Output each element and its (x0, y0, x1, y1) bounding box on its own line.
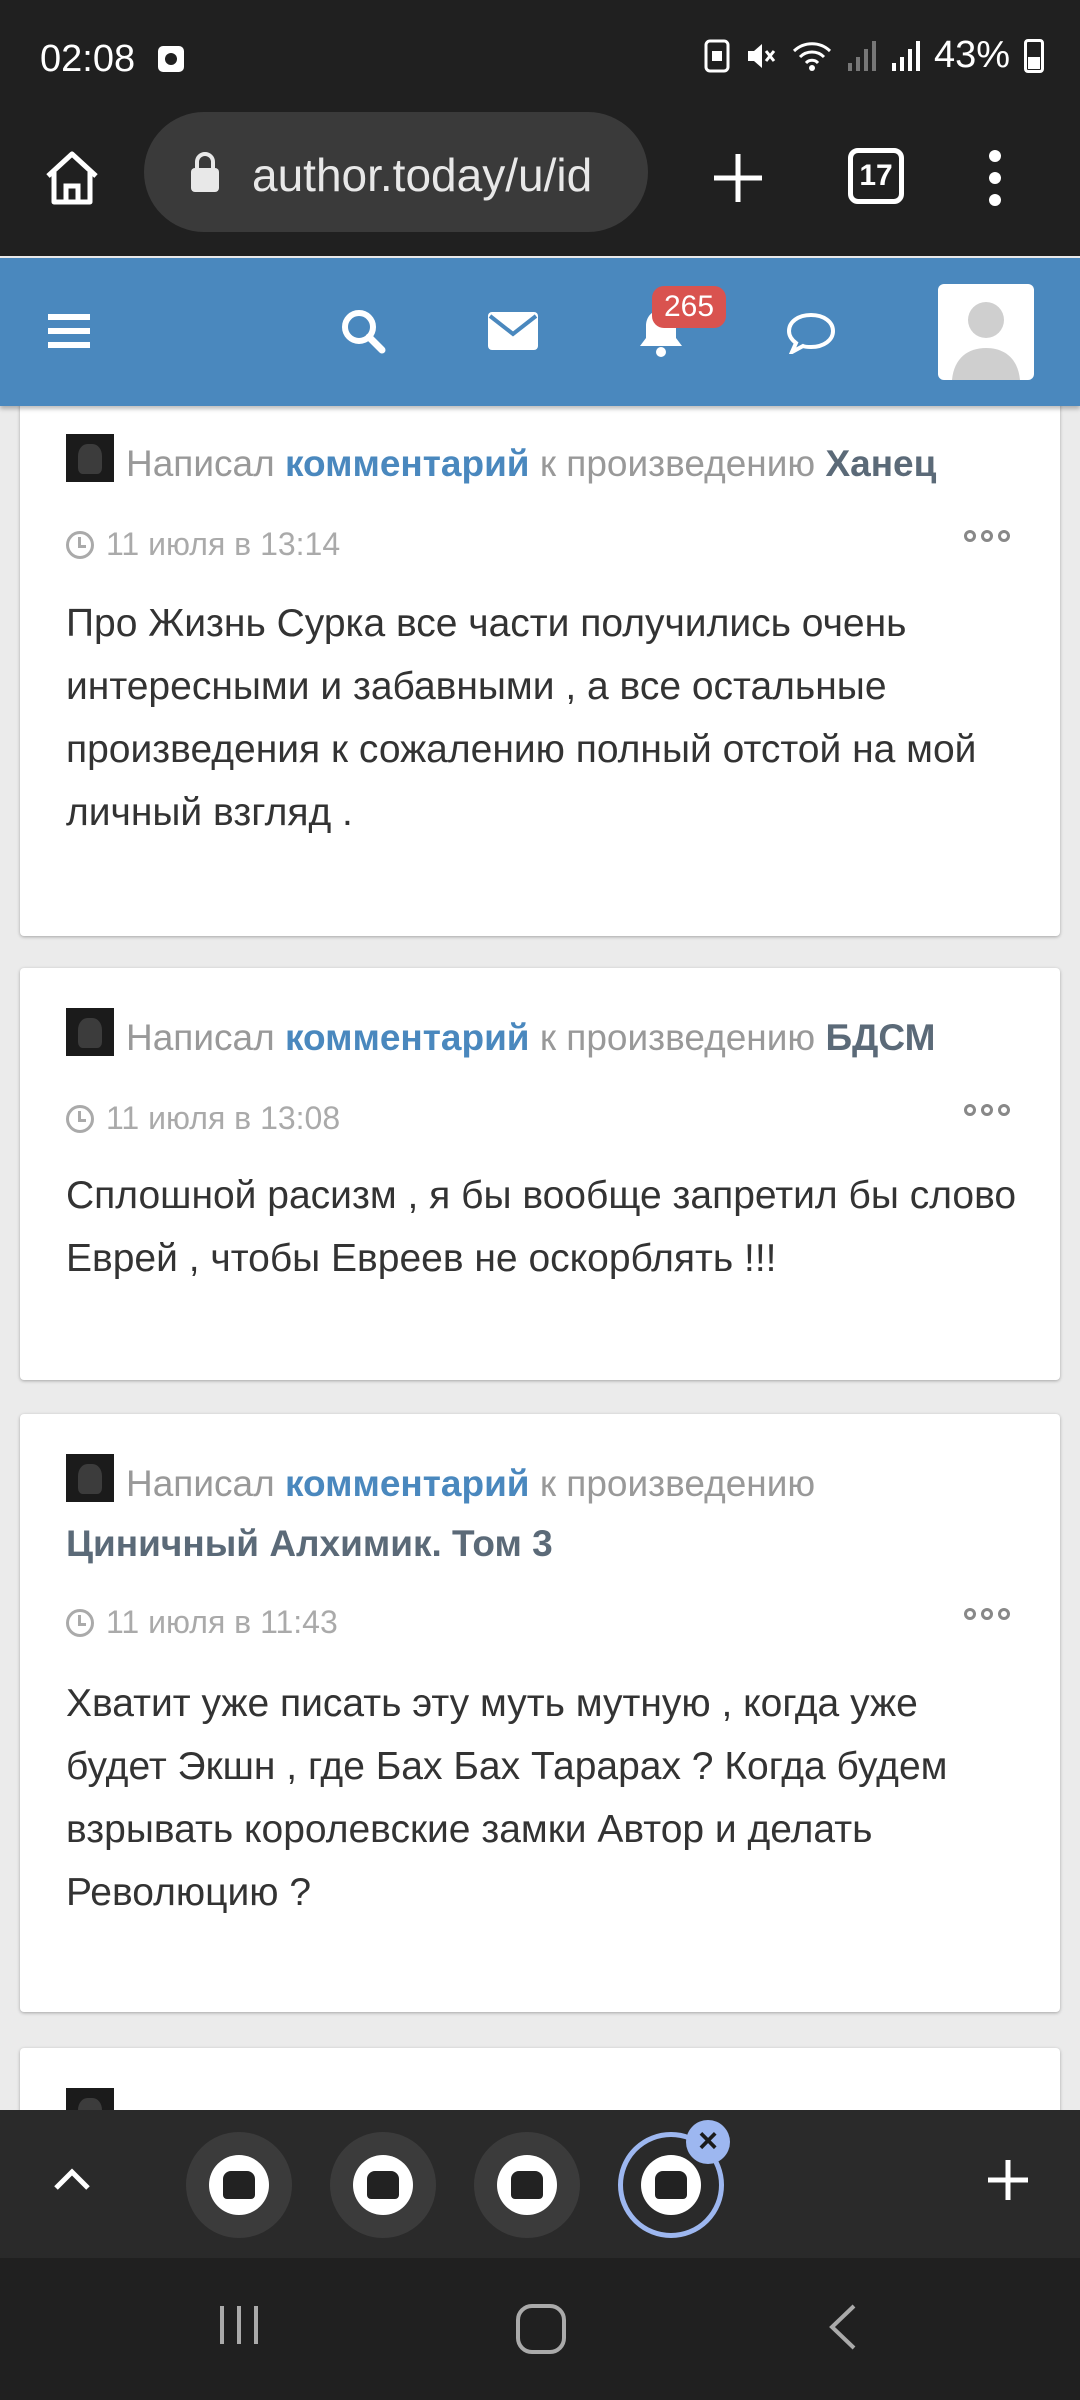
url-text: author.today/u/id (252, 149, 593, 201)
action-middle: к произведению (539, 1463, 816, 1504)
action-middle: к произведению (539, 1017, 816, 1058)
home-nav-icon[interactable] (514, 2302, 568, 2356)
action-prefix: Написал (126, 1017, 275, 1058)
system-navigation-bar (0, 2258, 1080, 2400)
user-thumbnail[interactable] (66, 2088, 114, 2110)
app-notification-icon (158, 46, 184, 72)
user-thumbnail[interactable] (66, 434, 114, 482)
more-options-icon[interactable] (964, 530, 1010, 542)
feed-card: Написал комментарий к произведению Ханец… (20, 406, 1060, 936)
more-options-icon[interactable] (964, 1608, 1010, 1620)
comment-text: Хватит уже писать эту муть мутную , когд… (66, 1682, 948, 1914)
comment-link[interactable]: комментарий (285, 1017, 530, 1058)
signal-icon-2 (891, 40, 920, 71)
new-tab-plus-icon[interactable] (708, 148, 768, 208)
wifi-icon (792, 41, 831, 71)
clock-icon (66, 530, 94, 559)
site-header: 265 (0, 258, 1080, 406)
action-prefix: Написал (126, 1463, 275, 1504)
activity-feed: Написал комментарий к произведению Ханец… (0, 406, 1080, 2110)
home-icon[interactable] (40, 146, 104, 210)
mail-icon[interactable] (488, 312, 538, 350)
tab-switcher-bar: × (0, 2110, 1080, 2258)
card-header: Написал комментарий к произведению Ханец (66, 434, 936, 494)
mute-icon (747, 43, 776, 68)
work-link[interactable]: БДСМ (825, 1017, 935, 1058)
add-tab-plus-icon[interactable] (984, 2156, 1032, 2204)
comment-text: Про Жизнь Сурка все части получились оче… (66, 602, 977, 834)
status-icons: 43% (704, 34, 1044, 77)
date-line: 11 июля в 13:14 (66, 526, 340, 563)
comment-link[interactable]: комментарий (285, 443, 530, 484)
comment-link[interactable]: комментарий (285, 1463, 530, 1504)
card-header (66, 2088, 126, 2110)
tab-thumbnail[interactable] (186, 2132, 292, 2238)
sim-icon (704, 39, 730, 72)
lock-icon (191, 152, 219, 192)
search-icon[interactable] (340, 308, 386, 354)
tab-thumbnail[interactable] (330, 2132, 436, 2238)
comment-date: 11 июля в 13:14 (106, 526, 341, 562)
date-line: 11 июля в 13:08 (66, 1100, 340, 1137)
chevron-up-icon[interactable] (50, 2158, 94, 2202)
user-avatar[interactable] (938, 284, 1034, 380)
status-bar: 02:08 43% (0, 0, 1080, 120)
signal-icon-1 (847, 40, 876, 71)
close-tab-icon[interactable]: × (686, 2120, 730, 2164)
clock-icon (66, 1104, 94, 1133)
comment-date: 11 июля в 11:43 (106, 1604, 338, 1640)
battery-percent: 43% (933, 34, 1010, 76)
work-link[interactable]: Ханец (825, 443, 936, 484)
tab-count-button[interactable]: 17 (848, 148, 904, 204)
action-middle: к произведению (539, 443, 816, 484)
recent-apps-icon[interactable] (216, 2302, 262, 2348)
back-nav-icon[interactable] (824, 2302, 864, 2352)
overflow-menu-icon[interactable] (980, 146, 1010, 210)
feed-card: Написал комментарий к произведению БДСМ … (20, 968, 1060, 1380)
work-link[interactable]: Циничный Алхимик. Том 3 (66, 1523, 553, 1564)
tab-thumbnail[interactable] (474, 2132, 580, 2238)
card-header: Написал комментарий к произведению БДСМ (66, 1008, 935, 1068)
card-header: Написал комментарий к произведению Циничн… (66, 1454, 1026, 1574)
more-options-icon[interactable] (964, 1104, 1010, 1116)
battery-icon (1024, 38, 1044, 73)
clock-icon (66, 1608, 94, 1637)
comment-text: Сплошной расизм , я бы вообще запретил б… (66, 1174, 1017, 1280)
hamburger-menu-icon[interactable] (48, 312, 90, 350)
comment-date: 11 июля в 13:08 (106, 1100, 341, 1136)
avatar-placeholder-icon (952, 302, 1020, 380)
action-prefix: Написал (126, 443, 275, 484)
feed-card (20, 2048, 1060, 2110)
user-thumbnail[interactable] (66, 1454, 114, 1502)
notification-count-badge: 265 (652, 286, 727, 328)
user-thumbnail[interactable] (66, 1008, 114, 1056)
address-bar[interactable]: author.today/u/id (144, 112, 648, 232)
chat-bubble-icon[interactable] (786, 312, 836, 354)
status-time: 02:08 (40, 38, 136, 80)
date-line: 11 июля в 11:43 (66, 1604, 338, 1641)
feed-card: Написал комментарий к произведению Циничн… (20, 1414, 1060, 2012)
